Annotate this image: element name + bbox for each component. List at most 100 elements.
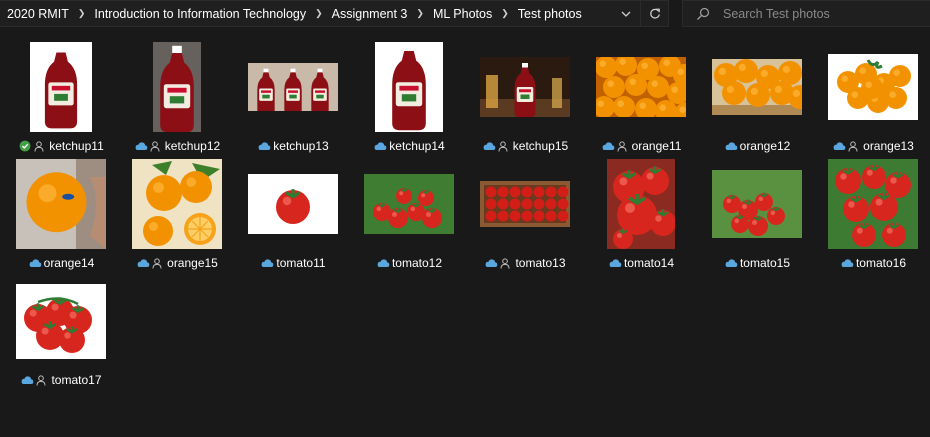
file-name: tomato15 bbox=[739, 256, 791, 270]
chevron-right-icon[interactable]: ❯ bbox=[310, 8, 328, 19]
cloud-icon bbox=[374, 142, 387, 150]
file-caption[interactable]: ketchup11 bbox=[3, 138, 119, 154]
file-name: orange12 bbox=[739, 139, 791, 153]
file-name: tomato11 bbox=[276, 256, 326, 270]
thumbnail[interactable] bbox=[132, 159, 222, 249]
breadcrumb-item-intro-it[interactable]: Introduction to Information Technology bbox=[90, 7, 310, 21]
file-item[interactable]: tomato16 bbox=[815, 155, 930, 272]
file-name: orange14 bbox=[43, 256, 95, 270]
search-input[interactable] bbox=[723, 5, 923, 23]
thumbnail[interactable] bbox=[480, 181, 570, 227]
file-caption[interactable]: ketchup13 bbox=[235, 138, 351, 154]
file-caption[interactable]: tomato17 bbox=[3, 372, 119, 388]
cloud-icon bbox=[137, 259, 150, 267]
file-item[interactable]: tomato11 bbox=[235, 155, 351, 272]
breadcrumb-item-ml-photos[interactable]: ML Photos bbox=[429, 7, 496, 21]
cloud-icon bbox=[602, 142, 614, 150]
thumbnail-area bbox=[699, 38, 815, 136]
file-caption[interactable]: ketchup12 bbox=[119, 138, 235, 154]
file-item[interactable]: tomato17 bbox=[3, 272, 119, 389]
thumbnail-area bbox=[3, 38, 119, 136]
cloud-icon bbox=[725, 259, 738, 267]
thumbnail[interactable] bbox=[607, 159, 675, 249]
person-icon bbox=[848, 140, 858, 152]
address-bar[interactable]: 2020 RMIT ❯ Introduction to Information … bbox=[0, 0, 669, 27]
file-item[interactable]: orange11 bbox=[583, 38, 699, 155]
file-item[interactable]: ketchup13 bbox=[235, 38, 351, 155]
person-icon bbox=[152, 257, 162, 269]
chevron-right-icon[interactable]: ❯ bbox=[73, 8, 91, 19]
file-name: tomato12 bbox=[391, 256, 443, 270]
file-caption[interactable]: orange14 bbox=[3, 255, 119, 271]
file-name: orange13 bbox=[863, 139, 914, 153]
file-caption[interactable]: tomato15 bbox=[699, 255, 815, 271]
thumbnail[interactable] bbox=[712, 170, 802, 238]
chevron-right-icon[interactable]: ❯ bbox=[411, 8, 429, 19]
thumbnail[interactable] bbox=[828, 54, 918, 120]
file-caption[interactable]: tomato12 bbox=[351, 255, 467, 271]
thumbnail[interactable] bbox=[153, 42, 201, 132]
history-dropdown-button[interactable] bbox=[612, 1, 640, 26]
file-item[interactable]: tomato15 bbox=[699, 155, 815, 272]
file-name: tomato16 bbox=[855, 256, 907, 270]
file-caption[interactable]: tomato13 bbox=[467, 255, 583, 271]
file-caption[interactable]: tomato16 bbox=[815, 255, 930, 271]
check-circle-icon bbox=[19, 140, 31, 152]
file-item[interactable]: tomato14 bbox=[583, 155, 699, 272]
person-icon bbox=[34, 140, 44, 152]
breadcrumb-item-assignment-3[interactable]: Assignment 3 bbox=[328, 7, 412, 21]
file-name: ketchup11 bbox=[49, 139, 104, 153]
file-caption[interactable]: orange11 bbox=[583, 138, 699, 154]
file-caption[interactable]: orange15 bbox=[119, 255, 235, 271]
thumbnail-area bbox=[467, 38, 583, 136]
file-caption[interactable]: ketchup15 bbox=[467, 138, 583, 154]
file-item[interactable]: ketchup12 bbox=[119, 38, 235, 155]
cloud-icon bbox=[135, 142, 148, 150]
thumbnail[interactable] bbox=[248, 174, 338, 234]
thumbnail[interactable] bbox=[828, 159, 918, 249]
file-item[interactable]: orange14 bbox=[3, 155, 119, 272]
file-item[interactable]: ketchup11 bbox=[3, 38, 119, 155]
thumbnail[interactable] bbox=[480, 57, 570, 117]
file-name: orange11 bbox=[631, 139, 682, 153]
file-caption[interactable]: orange12 bbox=[699, 138, 815, 154]
cloud-icon bbox=[609, 259, 622, 267]
thumbnail[interactable] bbox=[596, 57, 686, 117]
thumbnail-area bbox=[699, 155, 815, 253]
thumbnail-area bbox=[467, 155, 583, 253]
person-icon bbox=[150, 140, 160, 152]
thumbnail[interactable] bbox=[248, 63, 338, 111]
cloud-icon bbox=[841, 259, 854, 267]
thumbnail[interactable] bbox=[16, 283, 106, 359]
thumbnail[interactable] bbox=[30, 42, 92, 132]
search-box[interactable] bbox=[682, 0, 930, 27]
thumbnail[interactable] bbox=[375, 42, 443, 132]
file-caption[interactable]: ketchup14 bbox=[351, 138, 467, 154]
file-item[interactable]: tomato12 bbox=[351, 155, 467, 272]
file-name: tomato14 bbox=[623, 256, 675, 270]
file-caption[interactable]: orange13 bbox=[815, 138, 930, 154]
file-name: ketchup14 bbox=[389, 139, 445, 153]
file-item[interactable]: ketchup14 bbox=[351, 38, 467, 155]
breadcrumb: 2020 RMIT ❯ Introduction to Information … bbox=[0, 1, 586, 26]
file-item[interactable]: orange12 bbox=[699, 38, 815, 155]
thumbnail-area bbox=[583, 38, 699, 136]
file-item[interactable]: ketchup15 bbox=[467, 38, 583, 155]
thumbnail[interactable] bbox=[16, 159, 106, 249]
file-item[interactable]: orange15 bbox=[119, 155, 235, 272]
file-item[interactable]: orange13 bbox=[815, 38, 930, 155]
thumbnail[interactable] bbox=[712, 59, 802, 115]
thumbnail-area bbox=[119, 155, 235, 253]
file-item[interactable]: tomato13 bbox=[467, 155, 583, 272]
refresh-button[interactable] bbox=[640, 1, 668, 26]
thumbnail-area bbox=[235, 38, 351, 136]
search-icon bbox=[697, 7, 710, 20]
chevron-right-icon[interactable]: ❯ bbox=[496, 8, 514, 19]
breadcrumb-item-test-photos[interactable]: Test photos bbox=[514, 7, 586, 21]
thumbnail-area bbox=[351, 155, 467, 253]
file-caption[interactable]: tomato14 bbox=[583, 255, 699, 271]
breadcrumb-item-2020-rmit[interactable]: 2020 RMIT bbox=[0, 7, 73, 21]
file-caption[interactable]: tomato11 bbox=[235, 255, 351, 271]
cloud-icon bbox=[29, 259, 41, 267]
thumbnail[interactable] bbox=[364, 174, 454, 234]
